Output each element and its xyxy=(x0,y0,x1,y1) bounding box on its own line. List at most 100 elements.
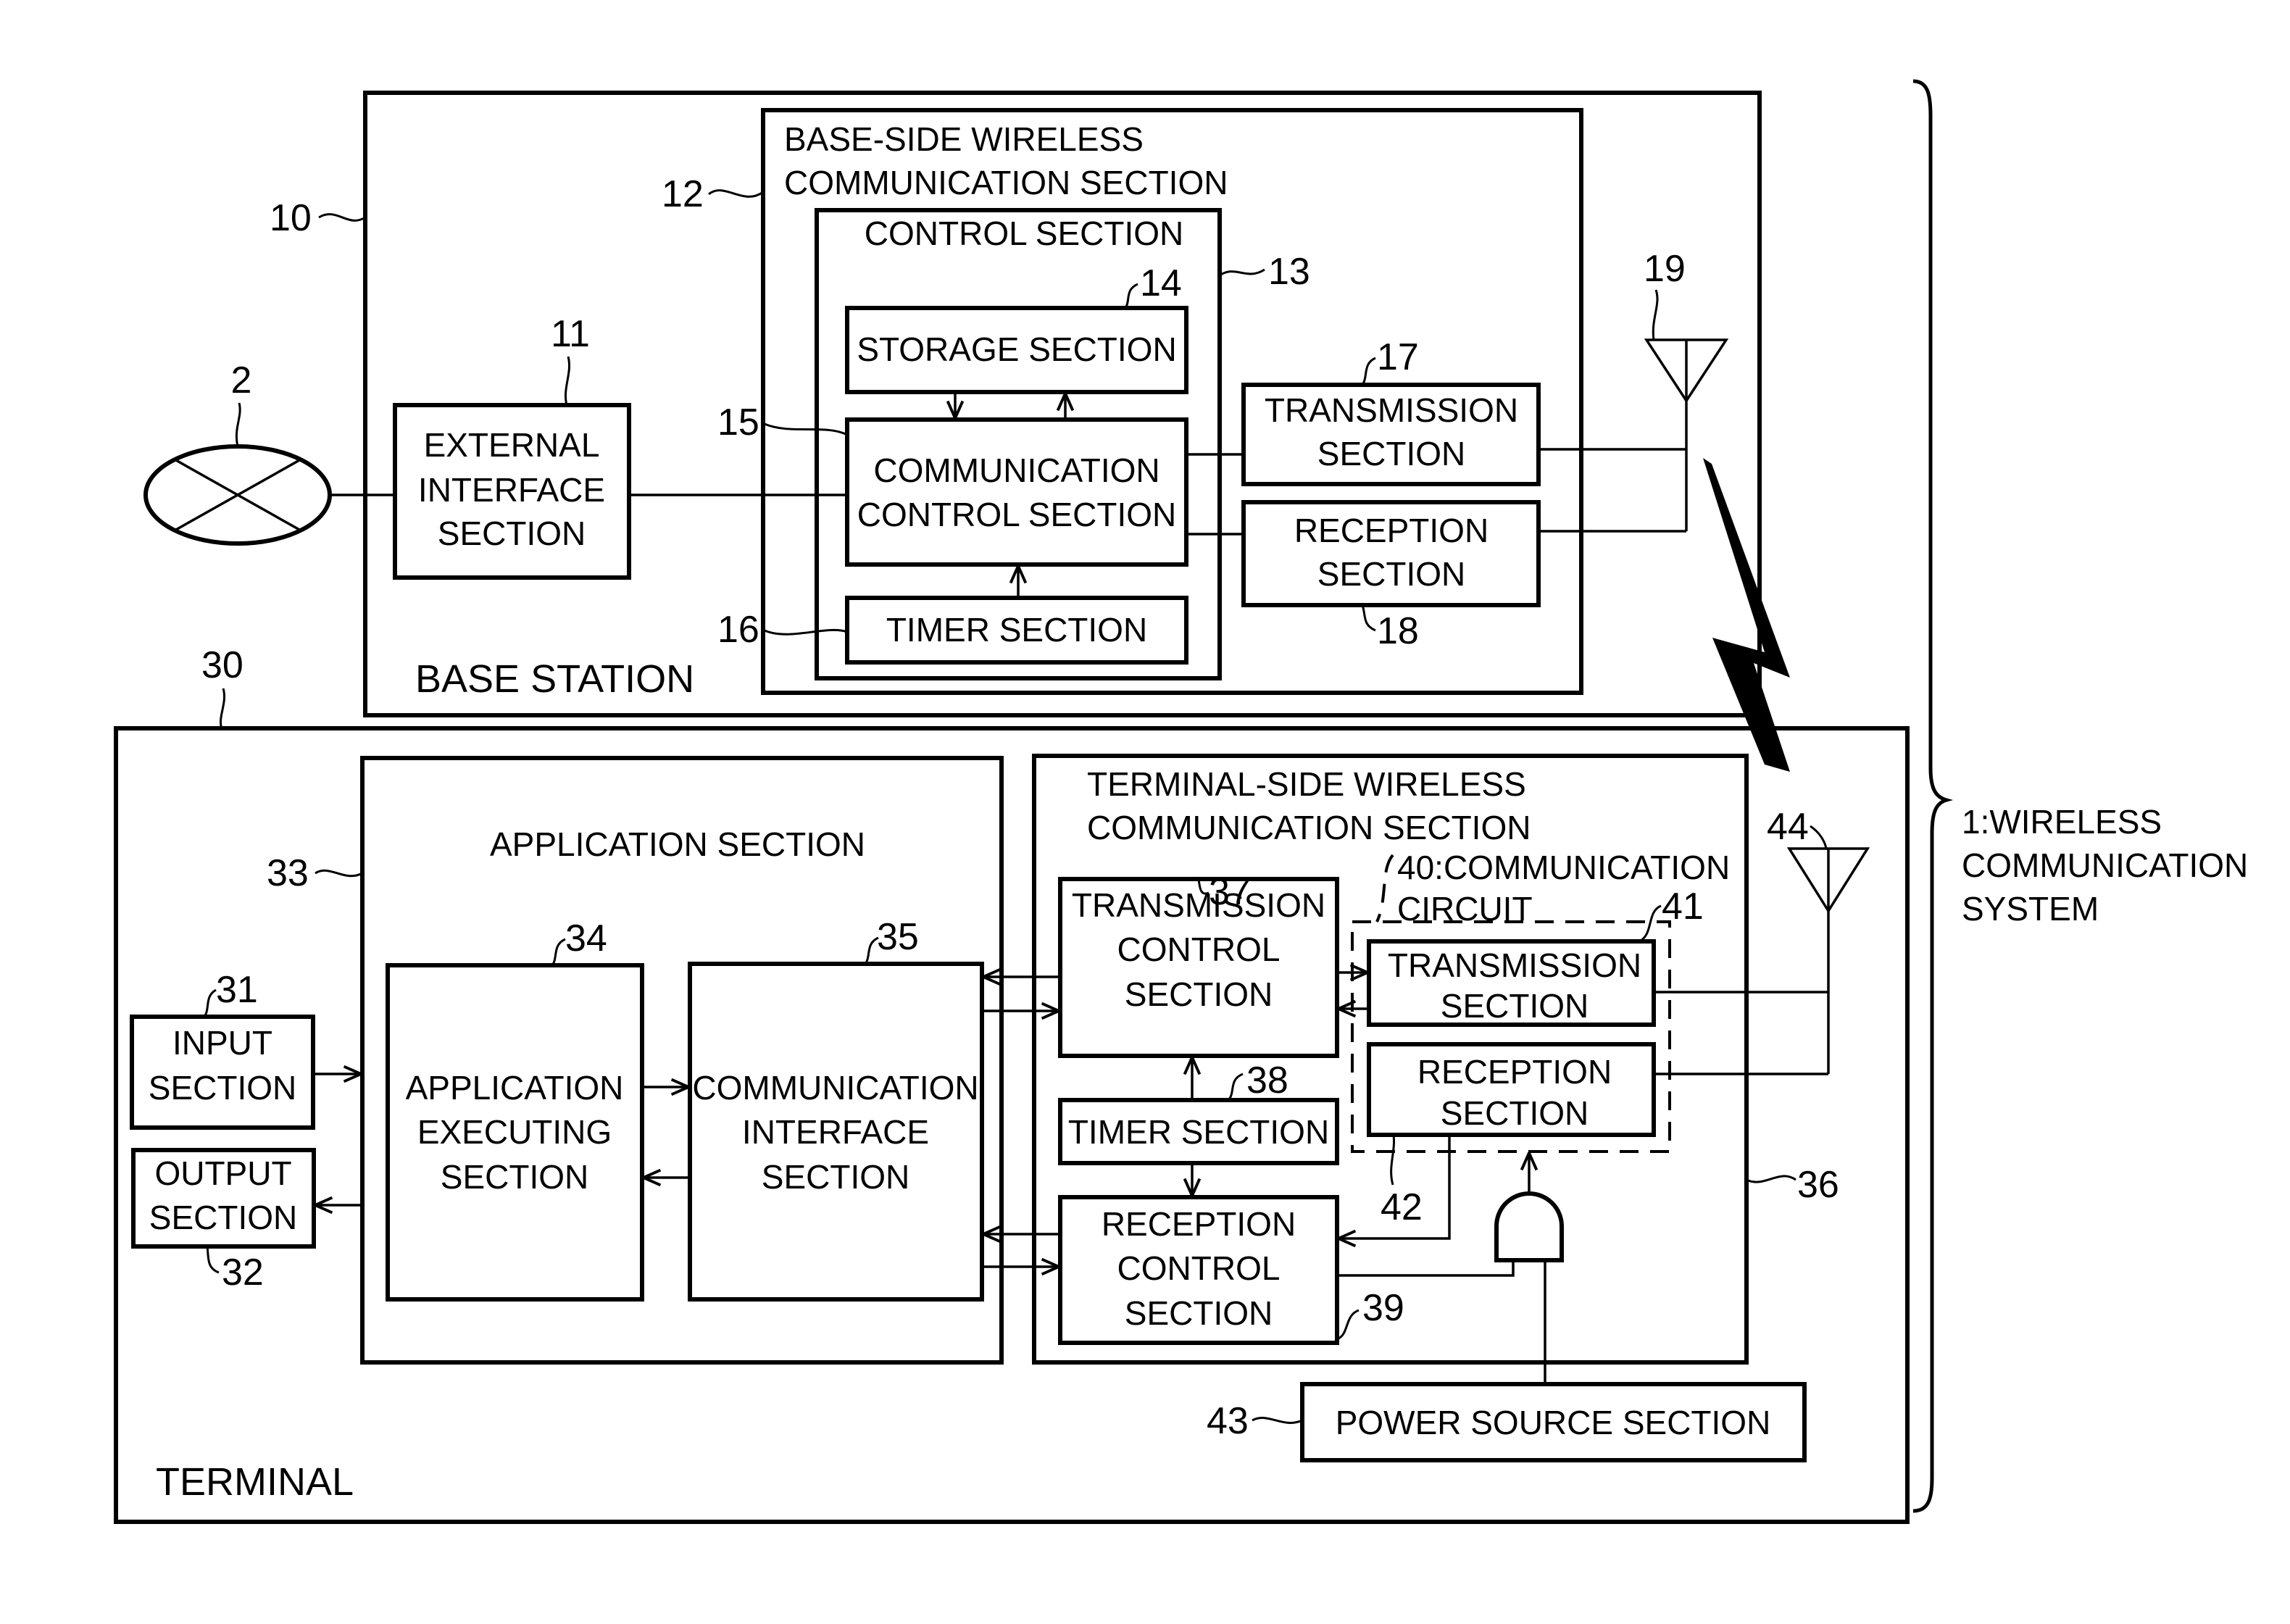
transmission-control-label: CONTROL xyxy=(1117,930,1281,968)
terminal-side-wireless-ref: 36 xyxy=(1797,1164,1839,1206)
terminal-transmission-label: SECTION xyxy=(1441,987,1589,1025)
leader-line xyxy=(318,213,366,222)
communication-control-ref: 15 xyxy=(717,401,759,444)
storage-label: STORAGE SECTION xyxy=(857,330,1176,368)
reception-control-label: RECEPTION xyxy=(1102,1205,1296,1243)
transmission-control-label: TRANSMISSION xyxy=(1072,886,1325,924)
control-section: CONTROL SECTION 13 xyxy=(815,208,1310,680)
output-section[interactable]: OUTPUT SECTION 32 xyxy=(131,1148,316,1294)
network-ref: 2 xyxy=(231,359,252,401)
power-source-label: POWER SOURCE SECTION xyxy=(1336,1404,1771,1441)
communication-circuit-title: 40:COMMUNICATION xyxy=(1397,849,1730,886)
external-interface-label: EXTERNAL xyxy=(424,426,600,464)
base-transmission-label: TRANSMISSION xyxy=(1265,391,1518,429)
communication-interface-label: INTERFACE xyxy=(742,1113,929,1151)
network-node: 2 xyxy=(143,359,332,546)
reception-control-label: SECTION xyxy=(1125,1294,1273,1332)
system-label: COMMUNICATION xyxy=(1962,846,2248,884)
application-executing-section[interactable]: APPLICATION EXECUTING SECTION 34 xyxy=(386,917,644,1302)
base-reception-label: RECEPTION xyxy=(1294,512,1488,549)
system-brace: 1:WIRELESS COMMUNICATION SYSTEM xyxy=(1912,79,2248,1513)
brace-icon xyxy=(1912,79,1954,1513)
control-section-title: CONTROL SECTION xyxy=(865,215,1183,252)
terminal-timer-section[interactable]: TIMER SECTION 38 xyxy=(1058,1059,1339,1165)
reception-control-section[interactable]: RECEPTION CONTROL SECTION 39 xyxy=(1058,1195,1404,1345)
terminal-ref: 30 xyxy=(201,644,243,686)
base-station-ref: 10 xyxy=(270,197,312,239)
base-reception-label: SECTION xyxy=(1317,555,1465,593)
base-transmission-ref: 17 xyxy=(1377,336,1419,378)
communication-interface-section[interactable]: COMMUNICATION INTERFACE SECTION 35 xyxy=(688,916,984,1302)
external-interface-label: INTERFACE xyxy=(418,471,605,509)
terminal-reception-label: SECTION xyxy=(1441,1094,1589,1132)
communication-interface-label: SECTION xyxy=(762,1158,909,1196)
power-source-section[interactable]: POWER SOURCE SECTION 43 xyxy=(1207,1382,1807,1462)
communication-control-box xyxy=(845,417,1188,567)
output-label: SECTION xyxy=(149,1199,297,1236)
transmission-control-section[interactable]: TRANSMISSION CONTROL SECTION 37 xyxy=(1058,871,1339,1058)
input-label: INPUT xyxy=(172,1024,272,1062)
terminal-antenna: 44 xyxy=(1654,806,1870,1075)
application-section-ref: 33 xyxy=(267,852,309,894)
application-section: APPLICATION SECTION 33 xyxy=(267,756,1004,1365)
base-side-wireless-ref: 12 xyxy=(662,173,704,215)
communication-circuit-title: CIRCUIT xyxy=(1397,890,1533,928)
base-antenna-ref: 19 xyxy=(1644,248,1686,290)
terminal-transmission-ref: 41 xyxy=(1662,886,1704,928)
terminal-reception-label: RECEPTION xyxy=(1417,1053,1612,1091)
input-label: SECTION xyxy=(149,1069,296,1107)
base-transmission-section[interactable]: TRANSMISSION SECTION 17 xyxy=(1241,336,1541,486)
communication-interface-ref: 35 xyxy=(877,916,919,958)
power-source-ref: 43 xyxy=(1207,1400,1249,1442)
base-station: 10 BASE STATION 2 EXTERNAL INTERFACE SEC… xyxy=(143,91,1762,717)
application-executing-label: APPLICATION xyxy=(406,1069,624,1107)
wireless-system-diagram: 10 BASE STATION 2 EXTERNAL INTERFACE SEC… xyxy=(114,79,2248,1524)
storage-ref: 14 xyxy=(1140,262,1182,304)
base-transmission-label: SECTION xyxy=(1317,435,1465,472)
external-interface-label: SECTION xyxy=(438,515,586,552)
storage-section[interactable]: STORAGE SECTION 14 xyxy=(845,262,1188,394)
output-ref: 32 xyxy=(222,1252,264,1294)
wireless-link-lightning-icon xyxy=(1703,458,1790,772)
and-gate-icon xyxy=(1494,1191,1564,1262)
terminal: 30 TERMINAL INPUT SECTION 31 OUTPUT SECT… xyxy=(114,644,1910,1524)
terminal-side-wireless-title: COMMUNICATION SECTION xyxy=(1087,809,1531,846)
base-timer-ref: 16 xyxy=(717,609,759,651)
transmission-control-label: SECTION xyxy=(1125,975,1273,1013)
base-reception-section[interactable]: RECEPTION SECTION 18 xyxy=(1241,500,1541,652)
base-timer-section[interactable]: TIMER SECTION 16 xyxy=(717,596,1188,665)
base-reception-ref: 18 xyxy=(1377,610,1419,652)
application-executing-label: EXECUTING xyxy=(417,1113,612,1151)
terminal-timer-ref: 38 xyxy=(1246,1059,1288,1102)
system-label: SYSTEM xyxy=(1962,890,2099,928)
application-executing-label: SECTION xyxy=(441,1158,588,1196)
external-interface-section[interactable]: EXTERNAL INTERFACE SECTION 11 xyxy=(393,313,631,580)
communication-control-section[interactable]: COMMUNICATION CONTROL SECTION 15 xyxy=(717,401,1188,567)
base-antenna: 19 xyxy=(1539,248,1729,533)
terminal-title: TERMINAL xyxy=(156,1460,354,1504)
transmission-control-ref: 37 xyxy=(1209,871,1251,913)
communication-interface-label: COMMUNICATION xyxy=(692,1069,978,1107)
external-interface-ref: 11 xyxy=(551,313,590,355)
terminal-antenna-ref: 44 xyxy=(1767,806,1809,848)
output-label: OUTPUT xyxy=(154,1154,291,1192)
terminal-timer-label: TIMER SECTION xyxy=(1068,1113,1329,1151)
application-executing-ref: 34 xyxy=(565,917,607,959)
base-timer-label: TIMER SECTION xyxy=(886,611,1147,649)
input-section[interactable]: INPUT SECTION 31 xyxy=(130,969,315,1130)
base-side-wireless-title: BASE-SIDE WIRELESS xyxy=(784,120,1144,158)
communication-control-label: CONTROL SECTION xyxy=(857,496,1176,533)
terminal-side-wireless-title: TERMINAL-SIDE WIRELESS xyxy=(1087,765,1526,803)
control-section-ref: 13 xyxy=(1268,251,1310,293)
rxctrl-to-gate-link xyxy=(1337,1260,1515,1277)
input-ref: 31 xyxy=(216,969,258,1011)
base-station-title: BASE STATION xyxy=(415,657,694,701)
terminal-transmission-label: TRANSMISSION xyxy=(1388,946,1641,984)
application-section-title: APPLICATION SECTION xyxy=(490,825,865,863)
reception-control-ref: 39 xyxy=(1362,1287,1404,1329)
communication-control-label: COMMUNICATION xyxy=(873,451,1159,489)
system-label: 1:WIRELESS xyxy=(1962,803,2162,841)
terminal-box xyxy=(114,726,1910,1524)
terminal-reception-ref: 42 xyxy=(1381,1186,1423,1228)
reception-control-label: CONTROL xyxy=(1117,1249,1281,1287)
